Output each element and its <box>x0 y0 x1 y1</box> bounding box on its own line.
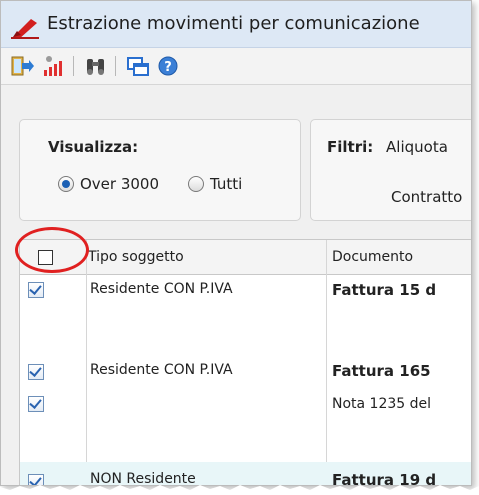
cell-tipo-soggetto: Residente CON P.IVA <box>90 362 233 378</box>
movements-grid: Tipo soggetto Documento Residente CON P.… <box>19 239 471 485</box>
binoculars-icon[interactable] <box>83 54 109 78</box>
exit-icon[interactable] <box>9 54 35 78</box>
cell-documento: Fattura 165 <box>332 362 431 380</box>
window-title: Estrazione movimenti per comunicazione <box>47 13 420 34</box>
toolbar-separator <box>115 56 116 76</box>
column-header-tipo-soggetto[interactable]: Tipo soggetto <box>88 240 184 274</box>
torn-edge <box>0 485 479 495</box>
help-icon[interactable]: ? <box>155 54 181 78</box>
cell-documento: Fattura 15 d <box>332 281 437 299</box>
app-pen-icon <box>11 19 39 39</box>
svg-text:?: ? <box>164 60 172 75</box>
row-checkbox[interactable] <box>28 282 44 298</box>
filtri-row: Filtri: Aliquota <box>327 138 448 156</box>
radio-button[interactable] <box>188 176 204 192</box>
cell-documento: Nota 1235 del <box>332 396 432 412</box>
radio-over-3000[interactable]: Over 3000 <box>58 175 159 193</box>
row-checkbox[interactable] <box>28 396 44 412</box>
toolbar-separator <box>73 56 74 76</box>
radio-over-3000-label: Over 3000 <box>80 175 160 193</box>
column-divider <box>326 240 327 485</box>
column-header-documento[interactable]: Documento <box>332 240 413 274</box>
column-divider <box>86 240 87 485</box>
cell-tipo-soggetto: Residente CON P.IVA <box>90 281 233 297</box>
filter-contratto[interactable]: Contratto <box>391 188 462 206</box>
filtri-group: Filtri: Aliquota Contratto <box>310 119 471 221</box>
radio-tutti-label: Tutti <box>210 175 243 193</box>
radio-tutti[interactable]: Tutti <box>188 175 242 193</box>
visualizza-label: Visualizza: <box>48 138 139 156</box>
radio-button-selected[interactable] <box>58 176 74 192</box>
filtri-label: Filtri: <box>327 138 374 156</box>
title-bar: Estrazione movimenti per comunicazione <box>1 1 471 48</box>
windows-icon[interactable] <box>125 54 151 78</box>
annotation-circle <box>15 227 89 273</box>
signal-icon[interactable] <box>41 54 67 78</box>
toolbar: ? <box>1 48 471 85</box>
visualizza-group: Visualizza: Over 3000 Tutti <box>19 119 301 221</box>
filter-aliquota[interactable]: Aliquota <box>386 138 448 156</box>
row-checkbox[interactable] <box>28 364 44 380</box>
